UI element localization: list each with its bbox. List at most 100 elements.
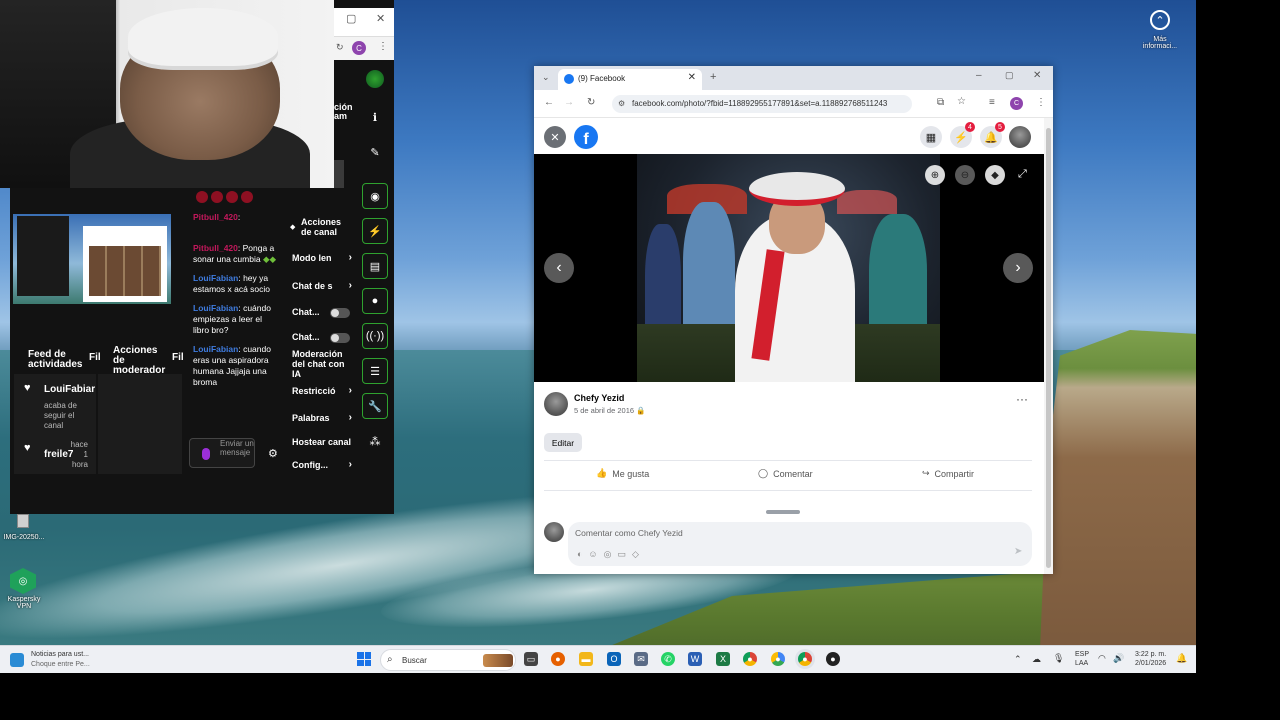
minimize-icon[interactable]: – bbox=[976, 70, 982, 81]
microphone-icon[interactable]: 🎙 bbox=[1053, 653, 1064, 664]
profile-avatar[interactable]: C bbox=[352, 41, 366, 55]
word-icon[interactable]: W bbox=[688, 652, 702, 666]
restore-icon[interactable]: ▢ bbox=[346, 12, 356, 25]
close-viewer-button[interactable]: ✕ bbox=[544, 126, 566, 148]
post-date[interactable]: 5 de abril de 2016 🔒 bbox=[574, 406, 646, 415]
wrench-icon[interactable]: 🔧 bbox=[362, 393, 388, 419]
recording-app-icon[interactable]: ● bbox=[826, 652, 840, 666]
menu-channel-actions[interactable]: Acciones de canal bbox=[301, 217, 351, 237]
reload-icon[interactable]: ↻ bbox=[587, 97, 595, 108]
info-widget[interactable]: ⌃ Más informaci... bbox=[1140, 8, 1180, 58]
author-name[interactable]: Chefy Yezid bbox=[574, 393, 624, 403]
tag-icon[interactable]: ◆ bbox=[985, 165, 1005, 185]
reload-icon[interactable]: ↻ bbox=[336, 42, 344, 53]
url-field[interactable]: ⚙ facebook.com/photo/?fbid=1188929551778… bbox=[612, 95, 912, 113]
zoom-out-icon[interactable]: ⊖ bbox=[955, 165, 975, 185]
chat-bubble-icon[interactable]: ● bbox=[362, 288, 388, 314]
user-avatar[interactable] bbox=[366, 70, 384, 88]
comment-button[interactable]: ◯ Comentar bbox=[758, 468, 813, 479]
install-icon[interactable]: ⧉ bbox=[937, 97, 944, 108]
feed-item-user[interactable]: LouiFabiar bbox=[44, 384, 95, 395]
settings-icon[interactable]: ⚙ bbox=[268, 447, 278, 460]
reading-list-icon[interactable]: ≡ bbox=[989, 97, 995, 108]
notification-center-icon[interactable]: 🔔 bbox=[1176, 653, 1187, 664]
previous-photo-button[interactable]: ‹ bbox=[544, 253, 574, 283]
chrome-active-icon[interactable]: ● bbox=[798, 652, 812, 666]
menu-restrictions[interactable]: Restricció › bbox=[292, 386, 362, 397]
share-icon[interactable]: ⁂ bbox=[368, 434, 382, 448]
author-avatar[interactable] bbox=[544, 392, 568, 416]
excel-icon[interactable]: X bbox=[716, 652, 730, 666]
more-icon[interactable]: ⋮ bbox=[378, 41, 388, 52]
language-indicator[interactable]: ESP LAA bbox=[1075, 650, 1089, 668]
site-info-icon[interactable]: ⚙ bbox=[618, 99, 625, 108]
post-options-icon[interactable]: ··· bbox=[1016, 392, 1028, 406]
zoom-in-icon[interactable]: ⊕ bbox=[925, 165, 945, 185]
tab-moderator-actions[interactable]: Acciones de moderador bbox=[113, 346, 169, 376]
onedrive-icon[interactable]: ☁ bbox=[1032, 654, 1041, 665]
chat-input[interactable]: Enviar un mensaje bbox=[189, 438, 255, 468]
menu-chat-toggle-2[interactable]: Chat... bbox=[292, 332, 362, 343]
menu-grid-icon[interactable]: ▦ bbox=[920, 126, 942, 148]
menu-language-mode[interactable]: Modo len › bbox=[292, 253, 362, 264]
clock[interactable]: 3:22 p. m. 2/01/2026 bbox=[1135, 650, 1166, 668]
fullscreen-icon[interactable]: ⤢ bbox=[1018, 168, 1027, 181]
taskbar-search[interactable]: ⌕ Buscar bbox=[380, 649, 516, 671]
filter-label[interactable]: Fil bbox=[172, 353, 184, 363]
bolt-icon[interactable]: ⚡ bbox=[362, 218, 388, 244]
start-button[interactable] bbox=[357, 652, 371, 666]
volume-icon[interactable]: 🔊 bbox=[1113, 653, 1124, 664]
info-icon[interactable]: ℹ bbox=[368, 110, 382, 124]
mic-icon[interactable] bbox=[202, 448, 210, 460]
tab-list-icon[interactable]: ⌄ bbox=[542, 72, 550, 83]
document-icon[interactable]: ▤ bbox=[362, 253, 388, 279]
task-view-icon[interactable]: ▭ bbox=[524, 652, 538, 666]
toggle-switch[interactable] bbox=[330, 308, 350, 318]
menu-chat-subs[interactable]: Chat de s › bbox=[292, 281, 362, 292]
forward-icon[interactable]: → bbox=[564, 97, 574, 108]
menu-ai-moderation[interactable]: Moderación del chat con IA bbox=[292, 349, 350, 379]
mail-icon[interactable]: ✉ bbox=[634, 652, 648, 666]
edit-icon[interactable]: ✎ bbox=[368, 145, 382, 159]
back-icon[interactable]: ← bbox=[544, 97, 554, 108]
stack-icon[interactable]: ☰ bbox=[362, 358, 388, 384]
desktop-icon-image[interactable]: IMG-20250... bbox=[2, 510, 46, 550]
file-explorer-icon[interactable]: ▬ bbox=[579, 652, 593, 666]
tab-activity-feed[interactable]: Feed de actividades bbox=[28, 350, 84, 370]
send-icon[interactable]: ➤ bbox=[1014, 546, 1022, 557]
menu-settings[interactable]: Config... › bbox=[292, 460, 362, 471]
account-avatar[interactable] bbox=[1009, 126, 1031, 148]
menu-chat-toggle-1[interactable]: Chat... bbox=[292, 307, 362, 318]
broadcast-icon[interactable]: ((·)) bbox=[362, 323, 388, 349]
new-tab-icon[interactable]: + bbox=[710, 71, 716, 83]
camera-icon[interactable]: ◉ bbox=[362, 183, 388, 209]
maximize-icon[interactable]: ▢ bbox=[1005, 70, 1014, 81]
tab-facebook[interactable]: (9) Facebook ✕ bbox=[558, 69, 702, 90]
wifi-icon[interactable]: ◠ bbox=[1098, 653, 1106, 664]
edit-button[interactable]: Editar bbox=[544, 433, 582, 452]
whatsapp-icon[interactable]: ✆ bbox=[661, 652, 675, 666]
comment-tools[interactable]: ◐☺◎▭◇ bbox=[577, 549, 645, 560]
filter-label[interactable]: Fil bbox=[89, 353, 101, 363]
chrome-icon[interactable]: ● bbox=[743, 652, 757, 666]
firefox-icon[interactable]: ● bbox=[551, 652, 565, 666]
profile-avatar[interactable]: C bbox=[1010, 97, 1023, 110]
share-button[interactable]: ↪ Compartir bbox=[922, 468, 974, 479]
desktop-icon-kaspersky[interactable]: ◎ Kaspersky VPN bbox=[4, 566, 44, 618]
page-scrollbar[interactable] bbox=[1044, 118, 1053, 574]
outlook-icon[interactable]: O bbox=[607, 652, 621, 666]
tray-chevron-icon[interactable]: ⌃ bbox=[1014, 654, 1022, 665]
close-icon[interactable]: ✕ bbox=[376, 12, 385, 25]
toggle-switch[interactable] bbox=[330, 333, 350, 343]
bookmark-star-icon[interactable]: ☆ bbox=[957, 96, 966, 107]
comment-input[interactable]: Comentar como Chefy Yezid ◐☺◎▭◇ ➤ bbox=[568, 522, 1032, 566]
menu-host-channel[interactable]: Hostear canal bbox=[292, 437, 354, 447]
tab-close-icon[interactable]: ✕ bbox=[688, 72, 696, 83]
like-button[interactable]: 👍 Me gusta bbox=[596, 468, 649, 479]
news-widget[interactable]: Noticias para ust... Choque entre Pe... bbox=[10, 649, 130, 671]
facebook-logo-icon[interactable]: f bbox=[574, 125, 598, 149]
menu-blocked-words[interactable]: Palabras › bbox=[292, 413, 362, 424]
chrome-profile-icon[interactable]: ● bbox=[771, 652, 785, 666]
browser-menu-icon[interactable]: ⋮ bbox=[1036, 97, 1046, 108]
next-photo-button[interactable]: › bbox=[1003, 253, 1033, 283]
